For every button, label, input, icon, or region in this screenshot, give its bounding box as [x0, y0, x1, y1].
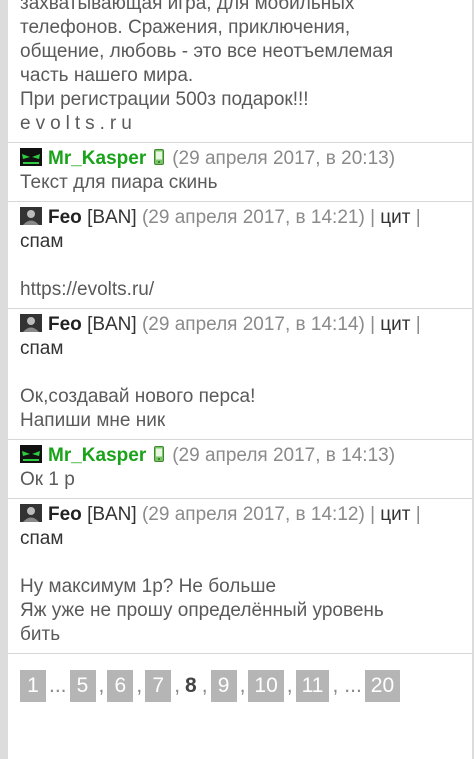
- message-date: (29 апреля 2017, в 14:21): [141, 207, 365, 228]
- page-link-1[interactable]: 1: [20, 670, 46, 702]
- intro-post: захватывающая игра, для мобильных телефо…: [8, 0, 472, 143]
- author-link[interactable]: Feo: [48, 504, 82, 525]
- pager-comma: ,: [286, 674, 293, 697]
- ban-label: [BAN]: [87, 504, 137, 525]
- spam-link[interactable]: спам: [20, 231, 63, 252]
- intro-site-text: evolts.ru: [20, 113, 137, 134]
- green-eyes-avatar-icon: [20, 148, 42, 166]
- person-avatar-icon: [20, 504, 42, 522]
- message-header: Feo [BAN] (29 апреля 2017, в 14:14) | ци…: [20, 314, 421, 359]
- pager-comma: ,: [201, 674, 208, 697]
- spam-link[interactable]: спам: [20, 528, 63, 549]
- message-date: (29 апреля 2017, в 14:14): [141, 314, 365, 335]
- message-item: Mr_Kasper (29 апреля 2017, в 14:13) Ок 1…: [8, 440, 472, 499]
- spam-link[interactable]: спам: [20, 338, 63, 359]
- intro-line: При регистрации 500з подарок!!!: [20, 89, 309, 110]
- message-header: Mr_Kasper (29 апреля 2017, в 20:13): [20, 147, 460, 171]
- intro-line: часть нашего мира.: [20, 65, 194, 86]
- pagination: 1... 5, 6, 7, 8, 9, 10, 11,... 20: [8, 654, 472, 702]
- author-link[interactable]: Mr_Kasper: [48, 148, 146, 169]
- message-text: Ок,создавай нового перса!: [20, 386, 256, 407]
- intro-line: общение, любовь - это все неотъемлемая: [20, 41, 394, 62]
- person-avatar-icon: [20, 207, 42, 225]
- quote-link[interactable]: цит: [380, 314, 410, 335]
- current-page: 8: [185, 674, 197, 697]
- message-item: Mr_Kasper (29 апреля 2017, в 20:13) Текс…: [8, 143, 472, 202]
- page-link-20[interactable]: 20: [364, 670, 401, 702]
- author-link[interactable]: Feo: [48, 207, 82, 228]
- message-date: (29 апреля 2017, в 14:12): [141, 504, 365, 525]
- green-eyes-avatar-icon: [20, 445, 42, 463]
- message-item: Feo [BAN] (29 апреля 2017, в 14:14) | ци…: [8, 309, 472, 440]
- pager-ellipsis: ...: [49, 674, 67, 697]
- person-avatar-icon: [20, 314, 42, 332]
- message-text: бить: [20, 624, 61, 645]
- message-item: Feo [BAN] (29 апреля 2017, в 14:21) | ци…: [8, 202, 472, 309]
- message-text: Напиши мне ник: [20, 410, 166, 431]
- message-date: (29 апреля 2017, в 20:13): [172, 148, 396, 169]
- pager-comma: ,: [136, 674, 143, 697]
- pager-comma: ,: [332, 674, 339, 697]
- page-link-7[interactable]: 7: [145, 670, 172, 702]
- page-link-9[interactable]: 9: [210, 670, 237, 702]
- message-header: Mr_Kasper (29 апреля 2017, в 14:13): [20, 444, 460, 468]
- intro-line: телефонов. Сражения, приключения,: [20, 17, 351, 38]
- author-link[interactable]: Feo: [48, 314, 82, 335]
- ban-label: [BAN]: [87, 314, 137, 335]
- quote-link[interactable]: цит: [380, 504, 410, 525]
- mobile-phone-icon: [154, 148, 165, 165]
- quote-link[interactable]: цит: [380, 207, 410, 228]
- intro-line: захватывающая игра, для мобильных: [20, 0, 355, 14]
- message-text: Яж уже не прошу определённый уровень: [20, 600, 384, 621]
- pager-comma: ,: [174, 674, 181, 697]
- page-link-10[interactable]: 10: [248, 670, 284, 702]
- page-link-6[interactable]: 6: [107, 670, 134, 702]
- page-link-11[interactable]: 11: [295, 670, 330, 702]
- mobile-phone-icon: [154, 445, 165, 462]
- message-text: Текст для пиара скинь: [20, 172, 218, 193]
- message-text: Ну максимум 1р? Не больше: [20, 576, 277, 597]
- author-link[interactable]: Mr_Kasper: [48, 445, 146, 466]
- message-header: Feo [BAN] (29 апреля 2017, в 14:12) | ци…: [20, 504, 421, 549]
- pager-comma: ,: [239, 674, 246, 697]
- message-date: (29 апреля 2017, в 14:13): [172, 445, 396, 466]
- page-link-5[interactable]: 5: [69, 670, 96, 702]
- message-text: Ок 1 р: [20, 469, 75, 490]
- pager-ellipsis: ...: [344, 674, 362, 697]
- pager-comma: ,: [98, 674, 105, 697]
- ban-label: [BAN]: [87, 207, 137, 228]
- message-text: https://evolts.ru/: [20, 279, 155, 300]
- message-item: Feo [BAN] (29 апреля 2017, в 14:12) | ци…: [8, 499, 472, 654]
- message-list: захватывающая игра, для мобильных телефо…: [8, 0, 472, 759]
- message-header: Feo [BAN] (29 апреля 2017, в 14:21) | ци…: [20, 207, 421, 252]
